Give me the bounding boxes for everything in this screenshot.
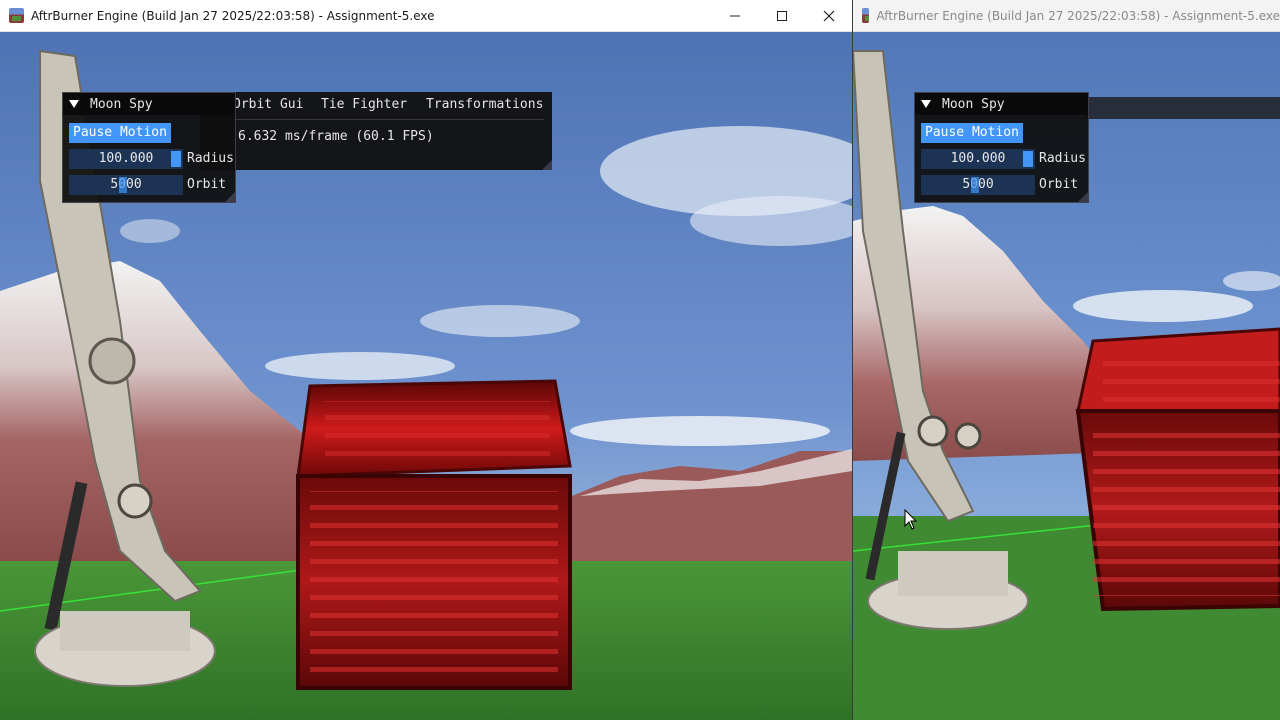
orbit-label: Orbit	[187, 177, 227, 192]
secondary-app-window: AftrBurner Engine (Build Jan 27 2025/22:…	[853, 0, 1280, 720]
menu-orbit-gui[interactable]: Orbit Gui	[233, 95, 303, 115]
window-title-secondary: AftrBurner Engine (Build Jan 27 2025/22:…	[876, 8, 1280, 23]
window-title: AftrBurner Engine (Build Jan 27 2025/22:…	[31, 8, 435, 23]
radius-slider[interactable]: 100.000	[921, 149, 1035, 169]
radius-label: Radius	[1039, 151, 1086, 166]
moon-spy-titlebar[interactable]: Moon Spy	[915, 93, 1088, 115]
app-icon	[9, 8, 24, 23]
render-viewport-secondary[interactable]: Moon Spy Pause Motion 100.000 Radius 500…	[853, 31, 1280, 720]
minimize-icon	[729, 15, 740, 16]
orbit-slider-grab[interactable]	[971, 177, 979, 193]
radius-value: 100.000	[950, 151, 1006, 166]
minimize-button[interactable]	[711, 0, 758, 31]
render-viewport[interactable]: Orbit Gui Tie Fighter Transformations 6.…	[0, 31, 852, 720]
moon-spy-title: Moon Spy	[90, 96, 153, 112]
resize-grip[interactable]	[542, 160, 552, 170]
pause-motion-button[interactable]: Pause Motion	[921, 123, 1023, 143]
close-icon	[823, 10, 834, 21]
menu-transformations[interactable]: Transformations	[426, 95, 543, 115]
close-button[interactable]	[805, 0, 852, 31]
collapse-arrow-icon[interactable]	[69, 100, 79, 108]
main-menu-panel-secondary	[1085, 97, 1280, 119]
moon-spy-window-secondary: Moon Spy Pause Motion 100.000 Radius 500…	[914, 92, 1089, 203]
collapse-arrow-icon[interactable]	[921, 100, 931, 108]
moon-spy-window: Moon Spy Pause Motion 100.000 Radius 500…	[62, 92, 236, 203]
moon-spy-resize-grip[interactable]	[1078, 192, 1088, 202]
radius-value: 100.000	[98, 151, 154, 166]
caption-buttons	[711, 0, 852, 31]
main-menu-panel: Orbit Gui Tie Fighter Transformations 6.…	[200, 92, 552, 170]
title-bar[interactable]: AftrBurner Engine (Build Jan 27 2025/22:…	[0, 0, 852, 32]
pause-motion-button[interactable]: Pause Motion	[69, 123, 171, 143]
app-icon	[862, 8, 870, 23]
orbit-label: Orbit	[1039, 177, 1079, 192]
maximize-button[interactable]	[758, 0, 805, 31]
moon-spy-title: Moon Spy	[942, 96, 1005, 112]
radius-slider-grab[interactable]	[171, 151, 181, 167]
fps-readout: 6.632 ms/frame (60.1 FPS)	[238, 129, 434, 144]
moon-spy-resize-grip[interactable]	[225, 192, 235, 202]
orbit-slider-grab[interactable]	[119, 177, 127, 193]
main-app-window: AftrBurner Engine (Build Jan 27 2025/22:…	[0, 0, 853, 720]
radius-label: Radius	[187, 151, 234, 166]
title-bar-secondary[interactable]: AftrBurner Engine (Build Jan 27 2025/22:…	[853, 0, 1280, 32]
mouse-cursor-icon	[904, 509, 918, 530]
menu-separator	[200, 119, 544, 120]
moon-spy-titlebar[interactable]: Moon Spy	[63, 93, 235, 115]
maximize-icon	[776, 10, 787, 21]
menu-tie-fighter[interactable]: Tie Fighter	[321, 95, 407, 115]
radius-slider[interactable]: 100.000	[69, 149, 183, 169]
radius-slider-grab[interactable]	[1023, 151, 1033, 167]
